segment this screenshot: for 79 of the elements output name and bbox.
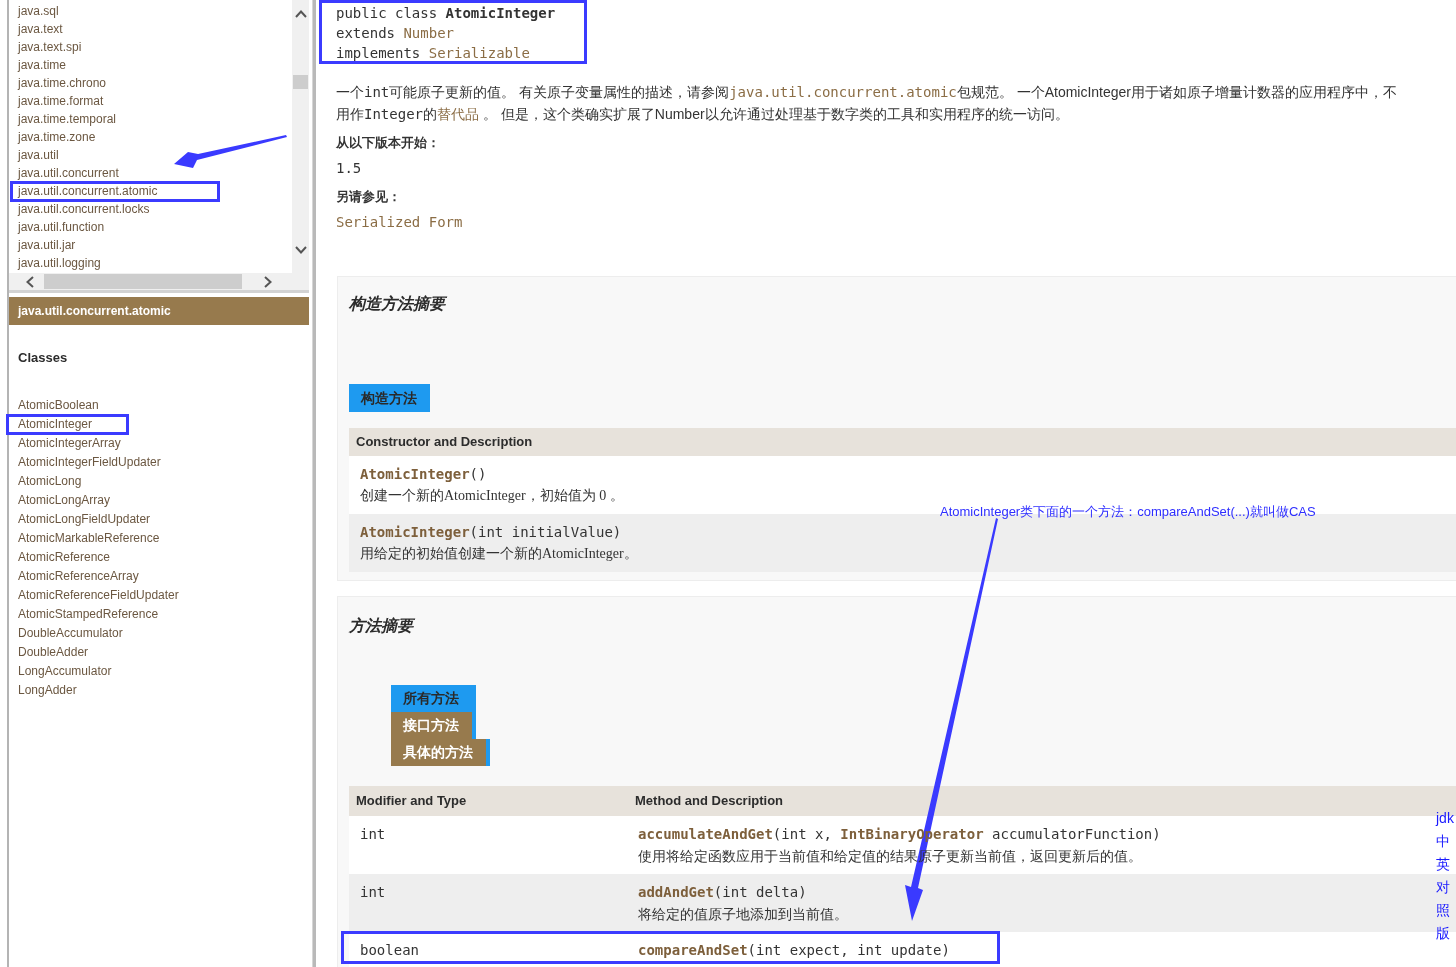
return-type: boolean bbox=[360, 942, 419, 958]
tab[interactable]: 构造方法 bbox=[349, 384, 430, 412]
class-link[interactable]: AtomicLongArray bbox=[18, 493, 111, 507]
code-link[interactable]: java.util.concurrent.atomic bbox=[729, 84, 957, 100]
member-link[interactable]: AtomicInteger bbox=[360, 466, 470, 482]
member-link[interactable]: addAndGet bbox=[638, 884, 714, 900]
class-link[interactable]: AtomicIntegerFieldUpdater bbox=[18, 455, 161, 469]
class-link[interactable]: AtomicLong bbox=[18, 474, 82, 488]
class-link[interactable]: AtomicReferenceFieldUpdater bbox=[18, 588, 179, 602]
method-signature: addAndGet(int delta) bbox=[638, 883, 807, 902]
see-also-link[interactable]: Serialized Form bbox=[336, 214, 463, 230]
class-link[interactable]: AtomicInteger bbox=[18, 417, 93, 431]
list-heading: Classes bbox=[18, 350, 68, 366]
constructor-signature: AtomicInteger(int initialValue) bbox=[360, 523, 622, 542]
method-description: 将给定的值原子地添加到当前值。 bbox=[638, 905, 848, 924]
class-link[interactable]: LongAccumulator bbox=[18, 664, 112, 678]
section-title: 方法摘要 bbox=[349, 616, 413, 636]
return-type: int bbox=[360, 826, 386, 842]
package-link[interactable]: java.sql bbox=[18, 4, 59, 18]
chevron-up-icon[interactable] bbox=[294, 10, 307, 18]
class-description: 一个int可能原子更新的值。 有关原子变量属性的描述，请参阅java.util.concurrent.atomic包规范。 一个AtomicInteger用于诸如原子增量计数器的应用程序中，不 用作Integer的替代品 。 但是，这个类确实扩展了Number以允许通过处理基于数字类的工具和实用程序的统一访问。 bbox=[336, 83, 1398, 124]
annotation-side-label: jdk中英对照版 bbox=[1436, 809, 1455, 943]
tab[interactable]: 接口方法 bbox=[391, 712, 476, 739]
scrollbar-thumb[interactable] bbox=[293, 75, 308, 89]
text-link[interactable]: Serializable bbox=[428, 45, 530, 61]
member-link[interactable]: compareAndSet bbox=[638, 942, 748, 958]
constructor-description: 创建一个新的AtomicInteger，初始值为 0 。 bbox=[360, 487, 624, 505]
section-title: 构造方法摘要 bbox=[349, 294, 445, 314]
column-header: Modifier and Type bbox=[355, 792, 468, 810]
member-link[interactable]: AtomicInteger bbox=[360, 524, 470, 540]
package-link[interactable]: java.util.jar bbox=[18, 238, 76, 252]
chevron-left-icon[interactable] bbox=[26, 275, 34, 288]
class-link[interactable]: AtomicReference bbox=[18, 550, 111, 564]
tab[interactable]: 所有方法 bbox=[391, 685, 476, 712]
since-value: 1.5 bbox=[336, 159, 362, 178]
class-link[interactable]: AtomicIntegerArray bbox=[18, 436, 121, 450]
signature-line: implements Serializable bbox=[336, 44, 530, 63]
signature-line: extends Number bbox=[336, 24, 454, 43]
package-link[interactable]: java.time bbox=[18, 58, 67, 72]
package-link[interactable]: java.time.chrono bbox=[18, 76, 107, 90]
column-header: Constructor and Description bbox=[356, 433, 534, 451]
since-label: 从以下版本开始： bbox=[336, 134, 440, 152]
package-link[interactable]: java.time.zone bbox=[18, 130, 96, 144]
scrollbar-thumb[interactable] bbox=[44, 274, 242, 289]
class-link[interactable]: AtomicBoolean bbox=[18, 398, 99, 412]
horizontal-scrollbar[interactable] bbox=[9, 273, 309, 290]
class-link[interactable]: AtomicLongFieldUpdater bbox=[18, 512, 151, 526]
return-type: int bbox=[360, 884, 386, 900]
class-link[interactable]: LongAdder bbox=[18, 683, 77, 697]
tab[interactable]: 具体的方法 bbox=[391, 739, 490, 766]
text-link[interactable]: Number bbox=[403, 25, 454, 41]
class-link[interactable]: AtomicStampedReference bbox=[18, 607, 159, 621]
class-link[interactable]: DoubleAccumulator bbox=[18, 626, 123, 640]
text-link[interactable]: 替代品 bbox=[437, 106, 479, 122]
package-link[interactable]: java.util.logging bbox=[18, 256, 101, 270]
vertical-scrollbar[interactable] bbox=[292, 0, 309, 273]
class-link[interactable]: AtomicReferenceArray bbox=[18, 569, 139, 583]
annotation-note: AtomicInteger类下面的一个方法：compareAndSet(...)就叫做CAS bbox=[940, 504, 1316, 520]
chevron-right-icon[interactable] bbox=[264, 275, 272, 288]
chevron-down-icon[interactable] bbox=[294, 246, 307, 254]
package-link[interactable]: java.util.concurrent.atomic bbox=[18, 184, 158, 198]
class-link[interactable]: DoubleAdder bbox=[18, 645, 89, 659]
signature-line: public class AtomicInteger bbox=[336, 4, 556, 23]
constructor-description: 用给定的初始值创建一个新的AtomicInteger。 bbox=[360, 545, 638, 563]
class-link[interactable]: AtomicMarkableReference bbox=[18, 531, 160, 545]
see-also-label: 另请参见： bbox=[336, 188, 401, 206]
package-link[interactable]: java.text.spi bbox=[18, 40, 82, 54]
column-header: Method and Description bbox=[634, 792, 785, 810]
package-link[interactable]: java.util.function bbox=[18, 220, 105, 234]
constructor-signature: AtomicInteger() bbox=[360, 465, 487, 484]
method-signature: compareAndSet(int expect, int update) bbox=[638, 941, 950, 960]
package-link[interactable]: java.util.concurrent.locks bbox=[18, 202, 150, 216]
package-link[interactable]: java.util.concurrent bbox=[18, 166, 119, 180]
package-link[interactable]: java.time.format bbox=[18, 94, 104, 108]
package-title-bar: java.util.concurrent.atomic bbox=[9, 297, 309, 325]
package-link[interactable]: java.time.temporal bbox=[18, 112, 117, 126]
package-link[interactable]: java.util bbox=[18, 148, 59, 162]
package-link[interactable]: java.text bbox=[18, 22, 63, 36]
member-link[interactable]: accumulateAndGet bbox=[638, 826, 773, 842]
